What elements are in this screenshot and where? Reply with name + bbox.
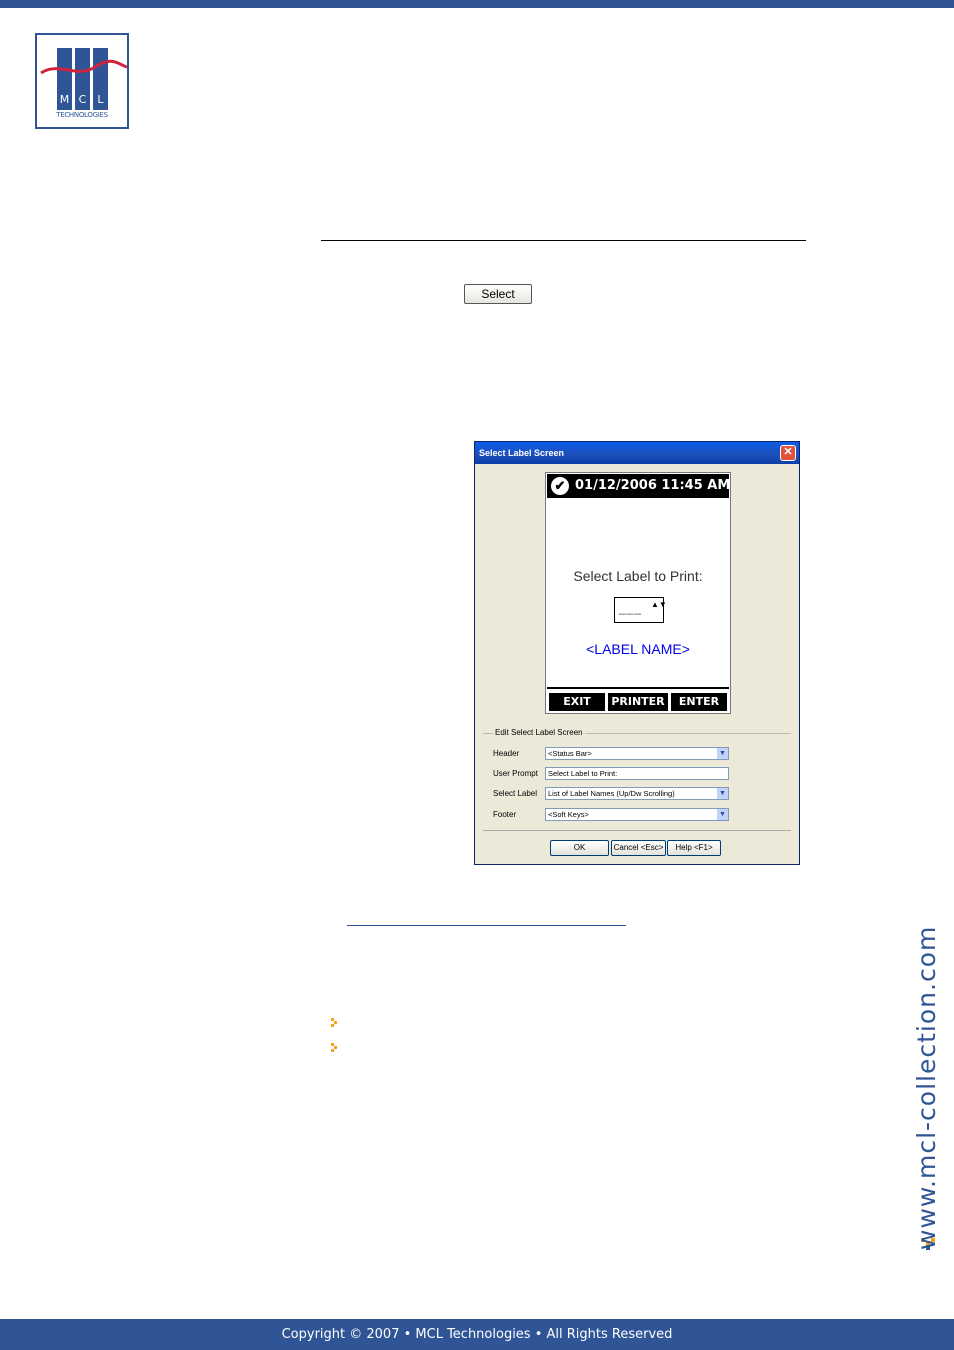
logo-letter-m: M xyxy=(59,93,70,106)
chevron-down-icon[interactable]: ▼ xyxy=(717,748,728,759)
help-button[interactable]: Help <F1> xyxy=(667,840,721,856)
side-website-url: www.mcl-collection.com xyxy=(912,925,941,1250)
bullet-icon xyxy=(331,1043,337,1052)
spinner-arrows-icon: ▲▼ xyxy=(651,600,667,609)
select-label-dropdown-value: List of Label Names (Up/Dw Scrolling) xyxy=(548,789,675,798)
footer-bar: Copyright © 2007 • MCL Technologies • Al… xyxy=(0,1319,954,1350)
select-label-label: Select Label xyxy=(493,789,538,798)
select-label-dropdown[interactable]: List of Label Names (Up/Dw Scrolling) ▼ xyxy=(545,787,729,800)
bullet-icon xyxy=(331,1018,337,1027)
status-bar: ✔ 01/12/2006 11:45 AM xyxy=(547,474,731,498)
spinner-value: ___ xyxy=(619,601,643,615)
footer-dropdown-value: <Soft Keys> xyxy=(548,810,589,819)
dialog-title: Select Label Screen xyxy=(475,442,799,464)
softkey-printer: PRINTER xyxy=(608,693,668,711)
chevron-down-icon[interactable]: ▼ xyxy=(717,809,728,820)
link-underline[interactable] xyxy=(347,925,626,926)
mcl-logo: M C L TECHNOLOGIES xyxy=(35,33,129,129)
cancel-button[interactable]: Cancel <Esc> xyxy=(611,840,666,856)
softkey-enter: ENTER xyxy=(671,693,727,711)
header-dropdown-value: <Status Bar> xyxy=(548,749,592,758)
chevron-down-icon[interactable]: ▼ xyxy=(717,788,728,799)
button-divider xyxy=(483,830,791,831)
header-label: Header xyxy=(493,749,520,758)
logo-letter-c: C xyxy=(78,93,87,106)
device-preview: ✔ 01/12/2006 11:45 AM Select Label to Pr… xyxy=(545,472,731,714)
user-prompt-label: User Prompt xyxy=(493,769,538,778)
status-datetime: 01/12/2006 11:45 AM xyxy=(575,478,731,493)
select-label-screen-dialog: Select Label Screen ✕ ✔ 01/12/2006 11:45… xyxy=(474,441,800,865)
header-dropdown[interactable]: <Status Bar> ▼ xyxy=(545,747,729,760)
footer-dropdown[interactable]: <Soft Keys> ▼ xyxy=(545,808,729,821)
device-label-name: <LABEL NAME> xyxy=(586,641,690,657)
close-icon[interactable]: ✕ xyxy=(780,445,796,461)
user-prompt-value: Select Label to Print: xyxy=(548,769,618,778)
label-spinner: ___ ▲▼ xyxy=(614,597,667,623)
footer-copyright: Copyright © 2007 • MCL Technologies • Al… xyxy=(281,1327,673,1342)
ok-button[interactable]: OK xyxy=(550,840,609,856)
check-circle-icon: ✔ xyxy=(551,477,569,495)
top-bar xyxy=(0,0,954,8)
user-prompt-input[interactable]: Select Label to Print: xyxy=(545,767,729,780)
logo-letter-l: L xyxy=(97,93,104,106)
logo-subtitle: TECHNOLOGIES xyxy=(56,111,108,119)
softkey-bar: EXIT PRINTER ENTER xyxy=(547,687,729,713)
softkey-exit: EXIT xyxy=(549,693,605,711)
horizontal-rule xyxy=(321,240,806,241)
select-button[interactable]: Select xyxy=(464,284,532,304)
footer-label: Footer xyxy=(493,810,517,819)
group-title: Edit Select Label Screen xyxy=(493,728,585,737)
device-prompt: Select Label to Print: xyxy=(573,568,703,584)
